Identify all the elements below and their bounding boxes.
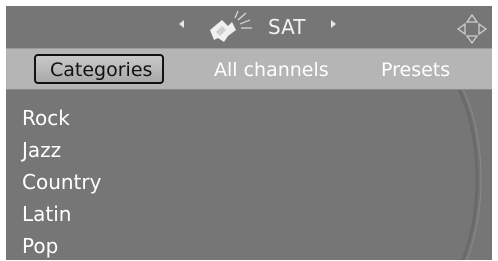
tab-all-channels[interactable]: All channels	[214, 56, 329, 84]
tab-presets[interactable]: Presets	[381, 56, 450, 84]
chevron-right-icon[interactable]	[331, 20, 336, 28]
tab-bar: Categories All channels Presets	[6, 48, 492, 90]
list-item-pop[interactable]: Pop	[22, 230, 101, 260]
satellite-icon	[210, 10, 252, 42]
category-list-panel: Rock Jazz Country Latin Pop	[6, 90, 492, 260]
chevron-left-icon[interactable]	[179, 20, 184, 28]
list-item-rock[interactable]: Rock	[22, 102, 101, 134]
header: SAT	[6, 6, 492, 48]
tab-categories[interactable]: Categories	[34, 54, 165, 84]
dpad-icon	[456, 13, 488, 45]
radio-screen: SAT Categories All channels Presets Rock…	[6, 6, 492, 260]
category-list: Rock Jazz Country Latin Pop	[22, 102, 101, 260]
list-item-latin[interactable]: Latin	[22, 198, 101, 230]
list-item-country[interactable]: Country	[22, 166, 101, 198]
source-title: SAT	[268, 15, 306, 39]
list-item-jazz[interactable]: Jazz	[22, 134, 101, 166]
